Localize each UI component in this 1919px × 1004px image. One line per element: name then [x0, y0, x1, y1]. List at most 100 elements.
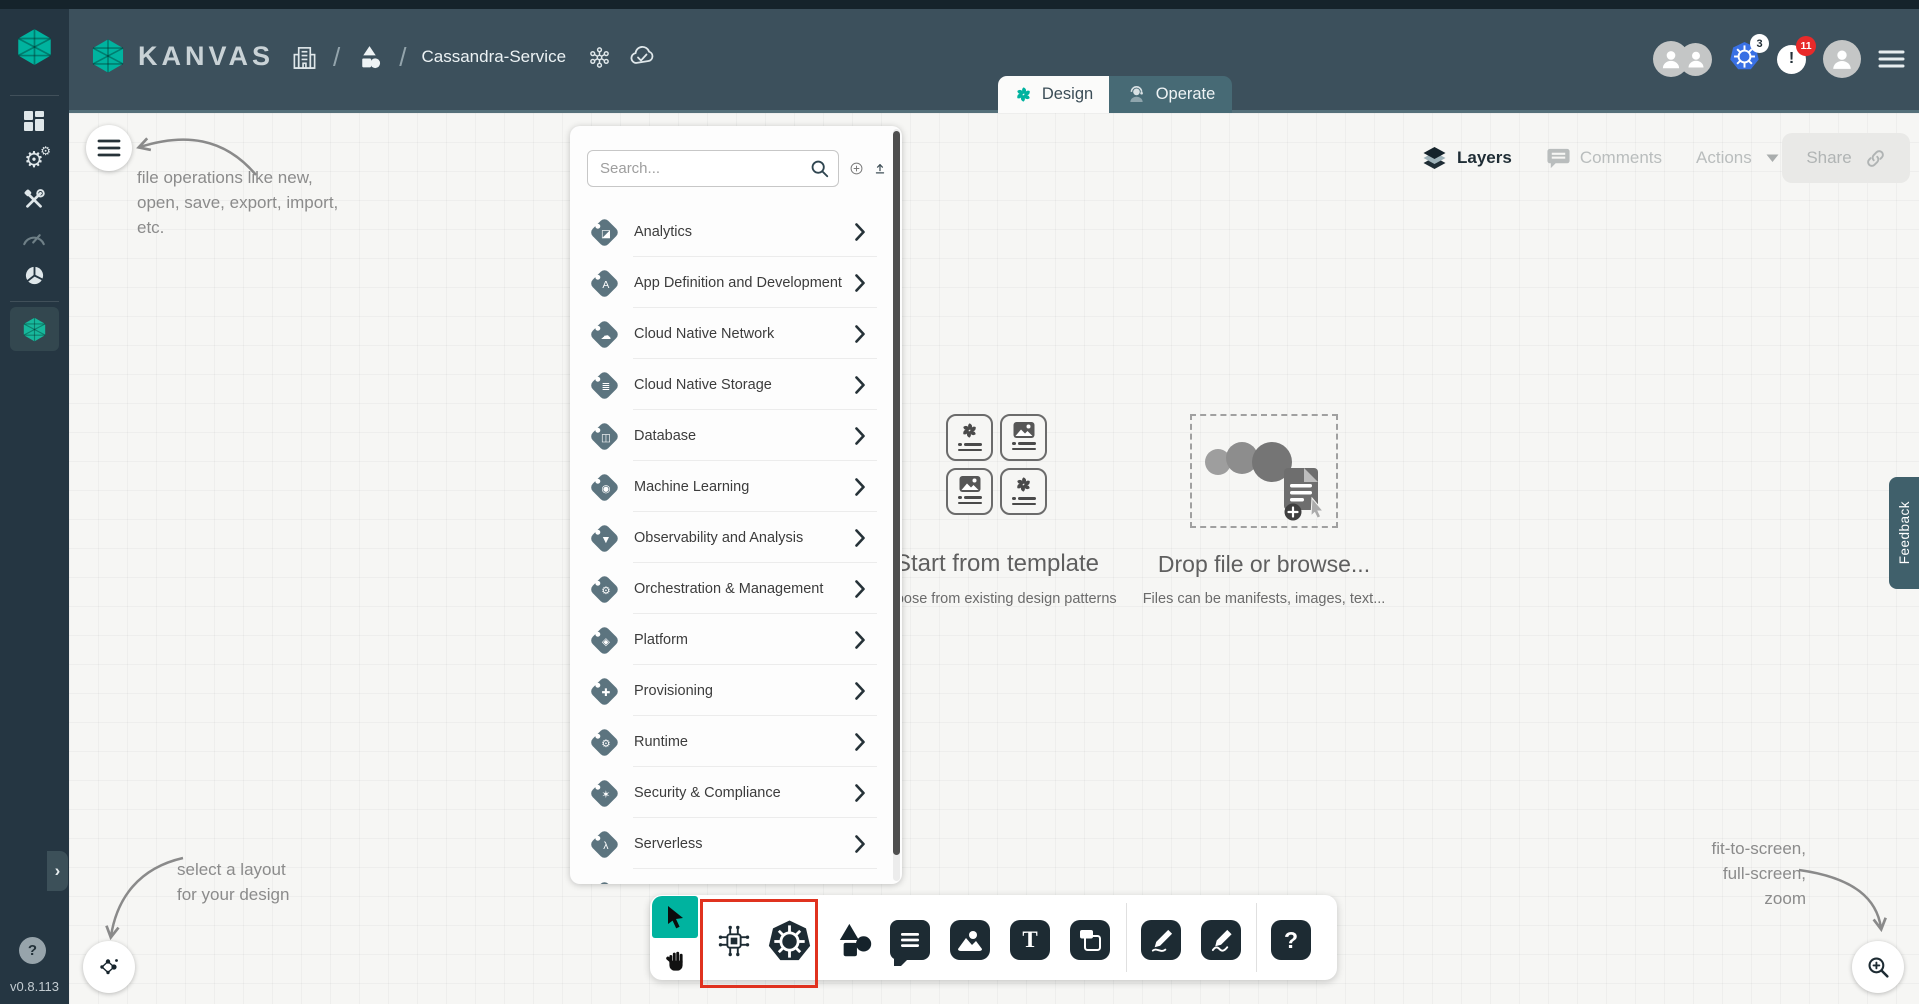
actions-dropdown[interactable]: Actions	[1696, 148, 1780, 168]
notifications-status[interactable]: ! 11	[1777, 45, 1806, 74]
design-name[interactable]: Cassandra-Service	[421, 47, 566, 67]
zoom-controls-button[interactable]	[1852, 941, 1904, 993]
comments-icon	[1546, 146, 1571, 171]
sidebar-divider	[10, 95, 59, 96]
chevron-right-icon	[855, 223, 865, 241]
share-button[interactable]: Share	[1782, 133, 1910, 183]
category-row[interactable]: A App Definition and Development	[570, 257, 893, 308]
template-card[interactable]	[946, 414, 993, 461]
tab-design-label: Design	[1042, 85, 1093, 104]
layout-selector-button[interactable]	[83, 941, 135, 993]
template-preview-grid[interactable]	[946, 414, 1047, 515]
category-tag-icon: ≣	[585, 366, 623, 404]
shapes-tool-button[interactable]	[834, 919, 878, 963]
collaborators-avatars[interactable]	[1653, 41, 1712, 77]
category-row[interactable]: ⚙ Orchestration & Management	[570, 563, 893, 614]
pan-tool-button[interactable]	[652, 938, 698, 979]
category-row[interactable]: ◈ Platform	[570, 614, 893, 665]
chevron-down-icon	[1765, 153, 1780, 164]
notification-count-badge: 11	[1796, 36, 1816, 56]
text-tool-button[interactable]: T	[1010, 920, 1050, 960]
search-icon[interactable]	[810, 159, 830, 179]
layer5-logo-icon[interactable]	[14, 25, 55, 69]
pencil-scribble-icon	[1209, 927, 1234, 953]
rectangle-node-tool-button[interactable]	[1070, 920, 1110, 960]
template-card[interactable]	[946, 468, 993, 515]
text-tool-glyph: T	[1022, 927, 1037, 953]
kubernetes-tool-button[interactable]	[765, 917, 813, 965]
sidebar-item-settings[interactable]: ⚙ ⚙	[14, 141, 54, 179]
help-button[interactable]: ?	[19, 937, 46, 964]
template-card[interactable]	[1000, 414, 1047, 461]
sidebar-expand-button[interactable]: ›	[47, 851, 68, 891]
category-row[interactable]	[570, 869, 893, 884]
category-label: Provisioning	[634, 683, 855, 699]
comments-label: Comments	[1580, 148, 1662, 168]
drop-file-title[interactable]: Drop file or browse...	[1074, 551, 1454, 578]
comment-tool-button[interactable]	[890, 920, 930, 960]
search-input[interactable]	[587, 150, 839, 187]
category-row[interactable]: ✚ Provisioning	[570, 665, 893, 716]
panel-scrollbar-thumb[interactable]	[893, 131, 900, 855]
category-tag-icon: ◈	[585, 621, 623, 659]
expand-chevron-icon: ›	[55, 861, 61, 881]
toolbar-divider	[1256, 903, 1257, 972]
design-canvas[interactable]: file operations like new, open, save, ex…	[69, 113, 1919, 1004]
svg-text:☁: ☁	[601, 331, 611, 342]
pen-tool-button[interactable]	[1141, 920, 1181, 960]
user-avatar[interactable]	[1823, 40, 1861, 78]
category-row[interactable]: ✶ Security & Compliance	[570, 767, 893, 818]
svg-text:≣: ≣	[602, 382, 611, 393]
designs-icon[interactable]	[355, 43, 384, 72]
svg-text:λ: λ	[603, 841, 609, 852]
main-menu-button[interactable]	[1878, 48, 1905, 70]
image-icon	[959, 475, 981, 493]
left-sidebar: ⚙ ⚙ ›	[0, 9, 69, 1004]
tab-operate[interactable]: Operate	[1109, 76, 1232, 113]
sidebar-item-dashboard[interactable]	[14, 102, 54, 140]
help-tool-button[interactable]: ?	[1271, 920, 1311, 960]
category-row[interactable]: λ Serverless	[570, 818, 893, 869]
add-component-button[interactable]	[850, 156, 863, 181]
comment-icon	[899, 931, 921, 949]
category-row[interactable]: ◫ Database	[570, 410, 893, 461]
annotation-file-operations: file operations like new, open, save, ex…	[137, 165, 338, 240]
kanvas-hexagon-icon	[21, 316, 48, 343]
category-row[interactable]: ⚙ Runtime	[570, 716, 893, 767]
sidebar-item-toolbox[interactable]	[14, 180, 54, 218]
tab-design[interactable]: Design	[998, 76, 1109, 113]
kubernetes-context-status[interactable]: 3	[1729, 41, 1760, 77]
collaborator-avatar	[1653, 41, 1689, 77]
feedback-tab[interactable]: Feedback	[1889, 477, 1919, 589]
question-mark-icon: ?	[1284, 927, 1298, 954]
organization-icon[interactable]	[291, 44, 318, 71]
kanvas-brand[interactable]: KANVAS	[89, 37, 274, 75]
category-label: Machine Learning	[634, 479, 855, 495]
freehand-draw-tool-button[interactable]	[1201, 920, 1241, 960]
canvas-menu-button[interactable]	[86, 125, 132, 171]
person-icon	[1828, 45, 1856, 73]
rectangle-node-icon	[1077, 927, 1103, 953]
category-label: App Definition and Development	[634, 275, 855, 291]
comments-button[interactable]: Comments	[1546, 146, 1662, 171]
tab-operate-label: Operate	[1156, 85, 1216, 104]
sidebar-item-charts[interactable]	[14, 256, 54, 294]
sidebar-item-kanvas[interactable]	[10, 307, 59, 351]
category-row[interactable]: ◪ Analytics	[570, 206, 893, 257]
sidebar-item-performance[interactable]	[14, 217, 54, 255]
category-row[interactable]: ▼ Observability and Analysis	[570, 512, 893, 563]
layers-label: Layers	[1457, 148, 1512, 168]
category-row[interactable]: ☁ Cloud Native Network	[570, 308, 893, 359]
select-tool-button[interactable]	[652, 896, 698, 938]
template-card[interactable]	[1000, 468, 1047, 515]
image-tool-button[interactable]	[950, 920, 990, 960]
category-row[interactable]: ≣ Cloud Native Storage	[570, 359, 893, 410]
drop-file-zone[interactable]	[1190, 414, 1338, 528]
component-shapes-tool-button[interactable]	[712, 919, 756, 963]
category-row[interactable]: ◉ Machine Learning	[570, 461, 893, 512]
category-tag-icon: ☁	[585, 315, 623, 353]
environment-mesh-icon[interactable]	[587, 45, 612, 70]
layers-button[interactable]: Layers	[1421, 145, 1512, 171]
import-upload-button[interactable]	[874, 157, 886, 180]
actions-label: Actions	[1696, 148, 1752, 168]
